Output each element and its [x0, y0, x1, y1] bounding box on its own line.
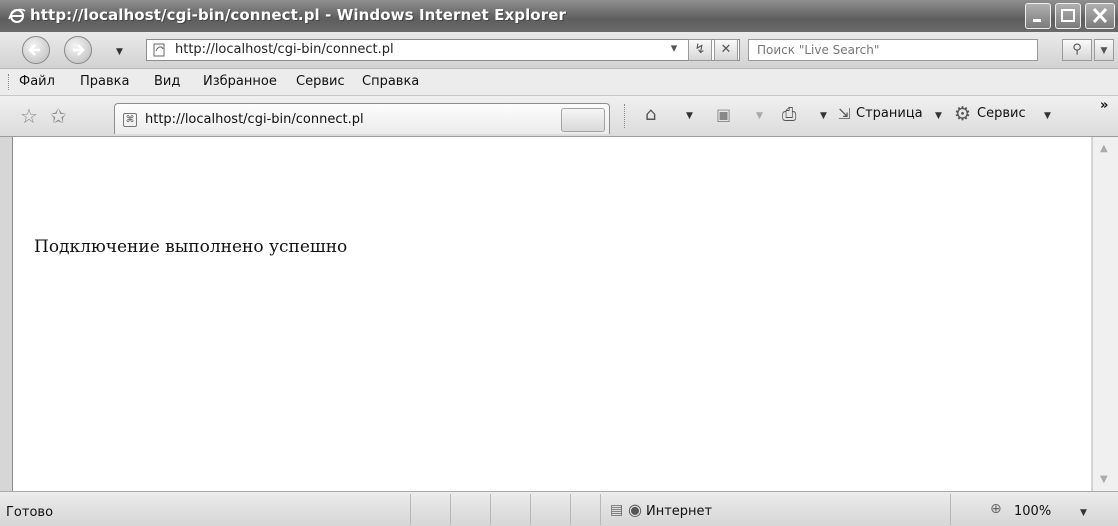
status-bar: Готово ▤ ◉ Интернет ⊕ 100% ▼ — [0, 491, 1118, 526]
close-icon — [1092, 7, 1108, 24]
menu-help[interactable]: Справка — [362, 74, 419, 89]
tools-dropdown-icon[interactable]: ▼ — [1044, 111, 1051, 121]
history-dropdown-icon[interactable]: ▼ — [116, 47, 123, 57]
forward-arrow-icon — [73, 44, 85, 56]
status-cell — [600, 494, 601, 525]
tab-bar: ☆ ✩ ⌘ http://localhost/cgi-bin/connect.p… — [0, 96, 1118, 137]
page-icon — [153, 43, 165, 57]
stop-button[interactable]: ✕ — [714, 39, 738, 61]
back-arrow-icon — [28, 44, 40, 56]
menu-file[interactable]: Файл — [19, 74, 55, 89]
menu-tools[interactable]: Сервис — [296, 74, 345, 89]
status-cell — [450, 494, 451, 525]
status-cell — [490, 494, 491, 525]
back-button[interactable] — [22, 36, 50, 64]
tab-favicon-icon: ⌘ — [123, 113, 137, 127]
address-dropdown-button[interactable]: ▾ — [662, 39, 686, 61]
page-menu-button[interactable]: Страница — [856, 106, 923, 121]
search-box[interactable]: Поиск "Live Search" — [748, 39, 1038, 61]
zoom-level[interactable]: 100% — [1014, 504, 1051, 519]
menu-bar: Файл Правка Вид Избранное Сервис Справка — [0, 69, 1118, 96]
scroll-up-icon[interactable]: ▲ — [1100, 143, 1108, 154]
globe-icon: ◉ — [628, 500, 642, 519]
chevron-down-icon: ▾ — [670, 41, 678, 56]
navigation-bar: ▼ http://localhost/cgi-bin/connect.pl ▾ … — [0, 32, 1118, 69]
feeds-icon[interactable]: ▣ — [716, 105, 731, 124]
favorites-star-icon[interactable]: ☆ — [20, 104, 38, 128]
search-options-button[interactable]: ▼ — [1094, 39, 1114, 61]
protected-mode-icon[interactable]: ▤ — [610, 502, 623, 518]
refresh-icon: ↯ — [694, 42, 706, 57]
status-cell — [950, 494, 951, 525]
print-icon[interactable]: ⎙ — [782, 104, 796, 125]
search-icon: ⚲ — [1072, 42, 1082, 57]
toolbar-grip[interactable] — [8, 74, 11, 90]
page-menu-icon: ⇲ — [838, 105, 851, 123]
tab-current[interactable]: ⌘ http://localhost/cgi-bin/connect.pl — [114, 103, 610, 134]
browser-window: http://localhost/cgi-bin/connect.pl - Wi… — [0, 0, 1118, 526]
title-bar: http://localhost/cgi-bin/connect.pl - Wi… — [0, 0, 1118, 32]
add-favorites-icon[interactable]: ✩ — [50, 104, 67, 128]
search-button[interactable]: ⚲ — [1062, 39, 1092, 61]
page-message: Подключение выполнено успешно — [34, 237, 348, 257]
feeds-dropdown-icon[interactable]: ▼ — [756, 111, 763, 121]
window-left-edge — [0, 137, 12, 491]
security-zone[interactable]: Интернет — [646, 504, 712, 519]
minimize-icon — [1033, 19, 1041, 22]
menu-view[interactable]: Вид — [154, 74, 180, 89]
address-bar[interactable]: http://localhost/cgi-bin/connect.pl — [146, 39, 740, 61]
home-dropdown-icon[interactable]: ▼ — [686, 111, 693, 121]
maximize-button[interactable] — [1055, 3, 1081, 29]
status-cell — [530, 494, 531, 525]
address-url[interactable]: http://localhost/cgi-bin/connect.pl — [175, 42, 394, 57]
search-placeholder[interactable]: Поиск "Live Search" — [757, 43, 879, 57]
ie-logo-icon — [8, 8, 26, 23]
tools-menu-button[interactable]: Сервис — [977, 106, 1026, 121]
tab-label: http://localhost/cgi-bin/connect.pl — [145, 112, 364, 127]
window-title: http://localhost/cgi-bin/connect.pl - Wi… — [30, 6, 566, 24]
page-content: Подключение выполнено успешно — [12, 137, 1091, 491]
toolbar-separator — [624, 104, 625, 128]
home-icon[interactable]: ⌂ — [645, 104, 656, 125]
new-tab-button[interactable] — [561, 108, 605, 132]
stop-icon: ✕ — [720, 42, 732, 57]
gear-icon: ⚙ — [954, 103, 972, 125]
minimize-button[interactable] — [1025, 3, 1051, 29]
chevron-down-icon: ▼ — [1100, 46, 1108, 56]
menu-edit[interactable]: Правка — [80, 74, 129, 89]
scroll-down-icon[interactable]: ▼ — [1100, 474, 1108, 485]
zoom-dropdown-icon[interactable]: ▼ — [1080, 508, 1087, 518]
status-text: Готово — [6, 505, 54, 520]
refresh-button[interactable]: ↯ — [688, 39, 712, 61]
forward-button[interactable] — [64, 36, 92, 64]
menu-favorites[interactable]: Избранное — [203, 74, 277, 89]
maximize-icon — [1061, 9, 1075, 22]
page-dropdown-icon[interactable]: ▼ — [935, 111, 942, 121]
status-cell — [410, 494, 411, 525]
more-commands-button[interactable]: » — [1100, 98, 1108, 113]
vertical-scrollbar[interactable]: ▲ ▼ — [1092, 137, 1118, 491]
zoom-icon: ⊕ — [990, 501, 1002, 517]
print-dropdown-icon[interactable]: ▼ — [820, 111, 827, 121]
status-cell — [570, 494, 571, 525]
close-button[interactable] — [1085, 3, 1115, 29]
